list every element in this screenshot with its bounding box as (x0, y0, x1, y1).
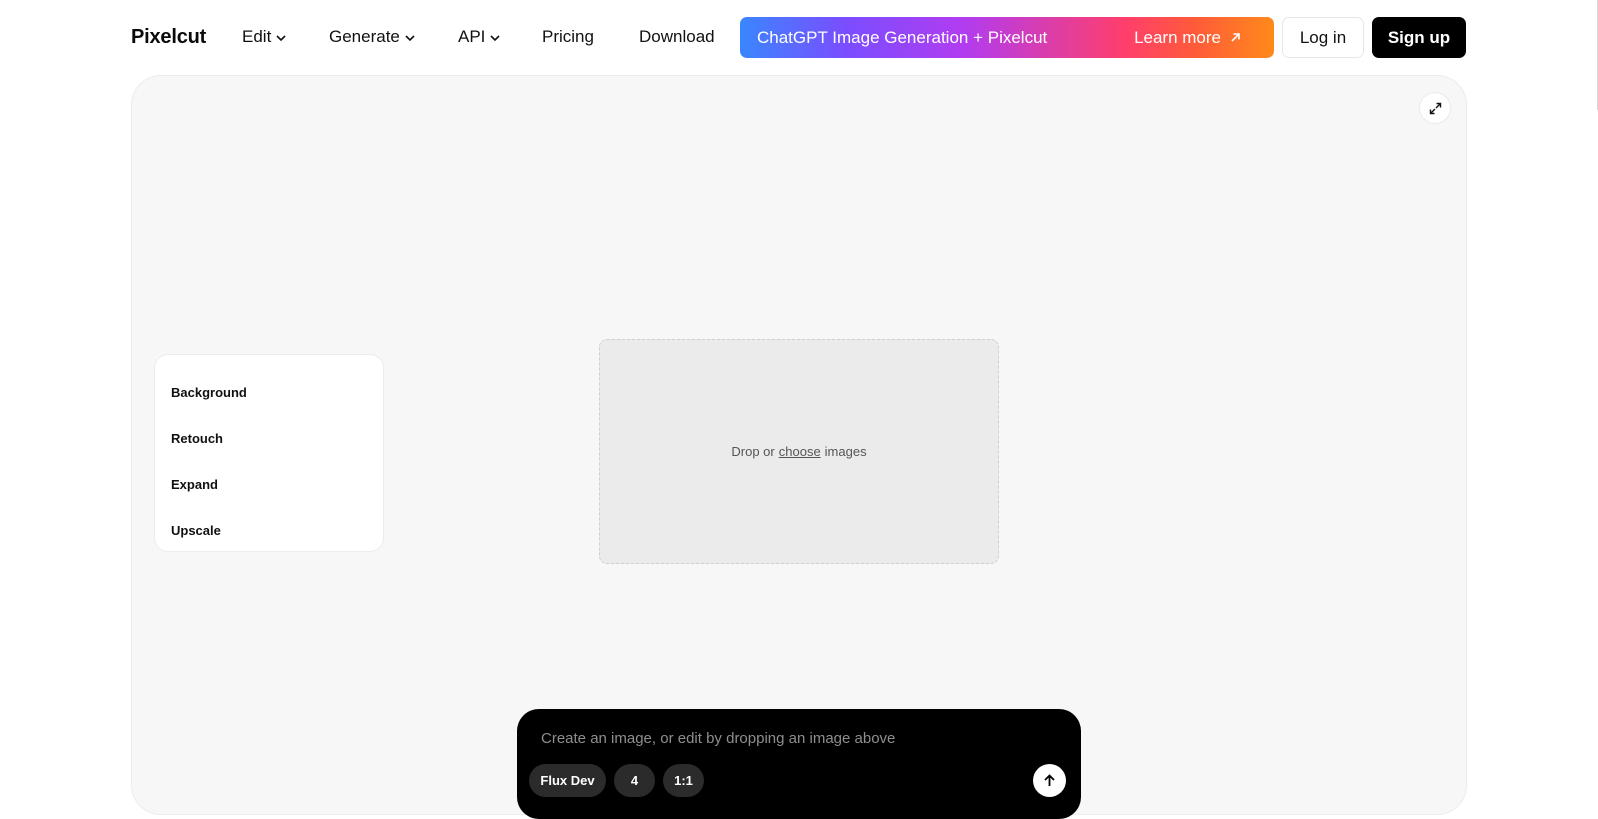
pixelcut-logo[interactable]: Pixelcut (131, 26, 206, 49)
learn-more-label: Learn more (1134, 27, 1221, 47)
nav-edit[interactable]: Edit (242, 27, 287, 47)
nav-api-label: API (458, 27, 486, 46)
chevron-down-icon (276, 35, 286, 42)
dropzone-prefix: Drop or (731, 444, 775, 459)
model-selector-chip[interactable]: Flux Dev (529, 764, 606, 797)
top-navigation: Pixelcut Edit Generate API Pricing Downl… (0, 0, 1598, 74)
nav-api[interactable]: API (458, 27, 501, 47)
expand-icon (1429, 102, 1441, 114)
fullscreen-button[interactable] (1419, 92, 1451, 124)
tool-menu: Background Retouch Expand Upscale (154, 354, 384, 552)
nav-generate[interactable]: Generate (329, 27, 416, 47)
prompt-bar: Flux Dev 4 1:1 (517, 709, 1081, 819)
chevron-down-icon (405, 35, 415, 42)
dropzone-suffix: images (824, 444, 867, 459)
aspect-ratio-chip[interactable]: 1:1 (663, 764, 704, 797)
nav-pricing[interactable]: Pricing (542, 27, 594, 47)
tool-retouch[interactable]: Retouch (155, 415, 383, 461)
signup-button[interactable]: Sign up (1372, 17, 1466, 58)
chevron-down-icon (490, 35, 500, 42)
arrow-up-right-icon (1231, 33, 1240, 42)
image-count-chip[interactable]: 4 (614, 764, 655, 797)
arrow-up-icon (1044, 774, 1055, 786)
promo-banner[interactable]: ChatGPT Image Generation + Pixelcut Lear… (740, 17, 1274, 58)
nav-generate-label: Generate (329, 27, 400, 46)
learn-more-link[interactable]: Learn more (1134, 28, 1242, 48)
prompt-input[interactable] (541, 727, 1021, 749)
nav-pricing-label: Pricing (542, 27, 594, 46)
tool-upscale[interactable]: Upscale (155, 507, 383, 553)
nav-edit-label: Edit (242, 27, 272, 46)
tool-expand[interactable]: Expand (155, 461, 383, 507)
editor-canvas: Background Retouch Expand Upscale Drop o… (131, 75, 1467, 819)
send-button[interactable] (1033, 764, 1066, 797)
nav-download[interactable]: Download (639, 27, 715, 47)
tool-background[interactable]: Background (155, 369, 383, 415)
nav-download-label: Download (639, 27, 715, 46)
image-dropzone[interactable]: Drop or choose images (599, 339, 999, 564)
promo-text: ChatGPT Image Generation + Pixelcut (757, 27, 1048, 47)
choose-images-link[interactable]: choose (779, 444, 821, 459)
login-button[interactable]: Log in (1282, 17, 1364, 58)
